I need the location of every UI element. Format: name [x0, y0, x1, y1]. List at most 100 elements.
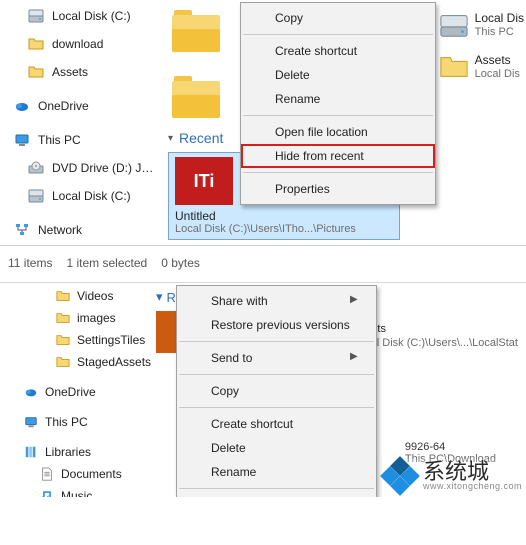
- menu-item-open-file-location[interactable]: Open file location: [241, 120, 435, 144]
- doc-icon: [40, 467, 54, 481]
- nav-item-label: Documents: [61, 468, 122, 480]
- submenu-arrow-icon: ▶: [350, 294, 358, 305]
- watermark: 系统城 www.xitongcheng.com: [383, 459, 522, 493]
- onedrive-icon: [14, 98, 30, 114]
- nav-item-label: images: [77, 312, 116, 324]
- nav-item-network[interactable]: Network: [0, 216, 158, 244]
- menu-separator: [179, 407, 374, 408]
- recent-item-thumb: ITi: [175, 157, 233, 205]
- folder-icon[interactable]: [172, 10, 220, 52]
- folder-icon[interactable]: [172, 76, 220, 118]
- folder-big-icon: [439, 52, 469, 82]
- nav-item-this-pc[interactable]: This PC: [0, 411, 152, 433]
- submenu-arrow-icon: ▶: [350, 351, 358, 362]
- network-icon: [14, 222, 30, 238]
- chevron-down-icon: ▾: [156, 289, 163, 305]
- recent-header-label: Recent: [179, 130, 223, 146]
- nav-item-images[interactable]: images: [0, 307, 152, 329]
- menu-separator: [179, 488, 374, 489]
- menu-separator: [243, 172, 433, 173]
- nav-item-documents[interactable]: Documents: [0, 463, 152, 485]
- nav-item-label: Network: [38, 223, 82, 237]
- music-icon: [40, 489, 54, 497]
- status-bar: 11 items 1 item selected 0 bytes: [0, 245, 526, 282]
- menu-separator: [243, 34, 433, 35]
- file-number: 9926-64: [405, 441, 496, 453]
- folder-icon: [28, 36, 44, 52]
- nav-item-settingstiles[interactable]: SettingsTiles: [0, 329, 152, 351]
- status-selection: 1 item selected: [66, 256, 147, 270]
- menu-item-hide-from-recent[interactable]: Hide from recent: [241, 144, 435, 168]
- nav-item-onedrive[interactable]: OneDrive: [0, 381, 152, 403]
- asset-sub: Local Disk (C:)\Users\...\LocalStat: [353, 337, 518, 351]
- nav-item-label: Videos: [77, 290, 113, 302]
- right-item[interactable]: Local DisThis PC: [439, 10, 524, 40]
- watermark-url: www.xitongcheng.com: [423, 482, 522, 490]
- menu-separator: [243, 115, 433, 116]
- menu-separator: [179, 374, 374, 375]
- menu-item-send-to[interactable]: Send to▶: [177, 346, 376, 370]
- onedrive-icon: [24, 385, 38, 399]
- nav-item-label: This PC: [38, 133, 81, 147]
- right-item-sub: Local Dis: [475, 68, 520, 81]
- nav-item-libraries[interactable]: Libraries: [0, 441, 152, 463]
- menu-item-copy[interactable]: Copy: [177, 379, 376, 403]
- menu-item-share-with[interactable]: Share with▶: [177, 289, 376, 313]
- folder-icon: [56, 355, 70, 369]
- menu-item-delete[interactable]: Delete: [177, 436, 376, 460]
- bottom-explorer-panel: Videos images SettingsTiles StagedAssets One…: [0, 282, 526, 497]
- recent-item-path: Local Disk (C:)\Users\ITho...\Pictures: [175, 223, 393, 235]
- recent-header-letter: R: [167, 290, 176, 305]
- drive-icon: [28, 8, 44, 24]
- recent-item-name: Untitled: [175, 209, 393, 223]
- nav-item-onedrive[interactable]: OneDrive: [0, 92, 158, 120]
- folder-icon: [28, 64, 44, 80]
- menu-item-create-shortcut[interactable]: Create shortcut: [177, 412, 376, 436]
- menu-item-copy[interactable]: Copy: [241, 6, 435, 30]
- status-size: 0 bytes: [161, 256, 200, 270]
- right-item[interactable]: AssetsLocal Dis: [439, 52, 524, 82]
- nav-item-label: Libraries: [45, 446, 91, 458]
- nav-item-label: Assets: [52, 65, 88, 79]
- nav-item-this-pc[interactable]: This PC: [0, 126, 158, 154]
- nav-item-videos[interactable]: Videos: [0, 285, 152, 307]
- right-item-sub: This PC: [475, 26, 524, 39]
- nav-item-download[interactable]: download: [0, 30, 158, 58]
- pc-icon: [24, 415, 38, 429]
- menu-item-properties[interactable]: Properties: [241, 177, 435, 201]
- menu-separator: [179, 341, 374, 342]
- nav-item-label: Local Disk (C:): [52, 189, 131, 203]
- nav-item-stagedassets[interactable]: StagedAssets: [0, 351, 152, 373]
- pc-icon: [14, 132, 30, 148]
- nav-item-label: SettingsTiles: [77, 334, 145, 346]
- right-item-title: Local Dis: [475, 11, 524, 25]
- nav-item-dvd-drive-d-j-cen[interactable]: DVD Drive (D:) J_CEN: [0, 154, 158, 182]
- menu-item-rename[interactable]: Rename: [241, 87, 435, 111]
- nav-item-local-disk-c-[interactable]: Local Disk (C:): [0, 2, 158, 30]
- right-item-title: Assets: [475, 53, 520, 67]
- hdd-icon: [439, 10, 469, 40]
- drive-icon: [28, 188, 44, 204]
- thumb-text: ITi: [194, 171, 215, 192]
- nav-item-music[interactable]: Music: [0, 485, 152, 497]
- nav-item-label: Local Disk (C:): [52, 9, 131, 23]
- watermark-logo-icon: [383, 459, 417, 493]
- nav-item-label: StagedAssets: [77, 356, 151, 368]
- top-explorer-panel: Local Disk (C:) download Assets OneDrive Thi…: [0, 0, 526, 245]
- menu-item-restore-previous-versions[interactable]: Restore previous versions: [177, 313, 376, 337]
- nav-item-label: OneDrive: [38, 99, 89, 113]
- nav-item-label: DVD Drive (D:) J_CEN: [52, 161, 154, 175]
- menu-item-rename[interactable]: Rename: [177, 460, 376, 484]
- menu-item-open-file-location[interactable]: Open file location: [177, 493, 376, 497]
- menu-item-delete[interactable]: Delete: [241, 63, 435, 87]
- menu-item-create-shortcut[interactable]: Create shortcut: [241, 39, 435, 63]
- nav-item-local-disk-c-[interactable]: Local Disk (C:): [0, 182, 158, 210]
- nav-tree-top: Local Disk (C:) download Assets OneDrive Thi…: [0, 0, 158, 245]
- folder-icon: [56, 311, 70, 325]
- nav-item-label: download: [52, 37, 103, 51]
- nav-item-assets[interactable]: Assets: [0, 58, 158, 86]
- asset-title: Assets: [353, 323, 518, 337]
- context-menu-top: Copy Create shortcutDeleteRename Open file…: [240, 2, 436, 205]
- chevron-down-icon: ▾: [168, 133, 173, 144]
- nav-item-label: This PC: [45, 416, 88, 428]
